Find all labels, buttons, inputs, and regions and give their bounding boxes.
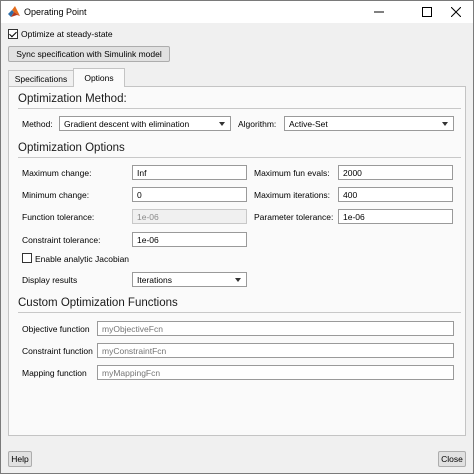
analytic-jacobian-label: Enable analytic Jacobian: [35, 254, 130, 264]
close-button[interactable]: Close: [438, 451, 466, 467]
method-dropdown[interactable]: Gradient descent with elimination: [59, 116, 231, 131]
close-icon: [451, 7, 461, 17]
mapping-function-field[interactable]: [97, 365, 454, 380]
title-bar: Operating Point: [1, 1, 473, 23]
display-results-value: Iterations: [137, 274, 172, 285]
min-change-label: Minimum change:: [22, 190, 90, 200]
max-iterations-field[interactable]: [338, 187, 453, 202]
close-window-button[interactable]: [439, 1, 473, 23]
window-title: Operating Point: [24, 7, 87, 17]
min-change-field[interactable]: [132, 187, 247, 202]
section-divider: [18, 157, 461, 158]
function-tolerance-label: Function tolerance:: [22, 212, 95, 222]
optimization-options-title: Optimization Options: [18, 142, 125, 154]
objective-function-label: Objective function: [22, 324, 90, 334]
algorithm-label: Algorithm:: [238, 119, 277, 129]
custom-functions-title: Custom Optimization Functions: [18, 297, 178, 309]
help-button[interactable]: Help: [8, 451, 32, 467]
parameter-tolerance-field[interactable]: [338, 209, 453, 224]
minimize-button[interactable]: [362, 1, 396, 23]
sync-specification-button[interactable]: Sync specification with Simulink model: [8, 46, 170, 62]
display-results-dropdown[interactable]: Iterations: [132, 272, 247, 287]
chevron-down-icon: [219, 122, 225, 126]
display-results-label: Display results: [22, 275, 78, 285]
objective-function-field[interactable]: [97, 321, 454, 336]
method-label: Method:: [22, 119, 53, 129]
optimization-method-title: Optimization Method:: [18, 93, 127, 105]
max-change-label: Maximum change:: [22, 168, 92, 178]
chevron-down-icon: [235, 278, 241, 282]
constraint-function-label: Constraint function: [22, 346, 93, 356]
algorithm-dropdown[interactable]: Active-Set: [284, 116, 454, 131]
operating-point-window: Operating Point Optimize at steady-state…: [0, 0, 474, 474]
max-change-field[interactable]: [132, 165, 247, 180]
method-value: Gradient descent with elimination: [64, 118, 190, 129]
max-fun-evals-field[interactable]: [338, 165, 453, 180]
constraint-function-field[interactable]: [97, 343, 454, 358]
max-fun-evals-label: Maximum fun evals:: [254, 168, 330, 178]
max-iterations-label: Maximum iterations:: [254, 190, 331, 200]
matlab-icon: [8, 6, 20, 17]
minimize-icon: [374, 11, 384, 13]
analytic-jacobian-checkbox[interactable]: [22, 253, 32, 263]
tab-specifications[interactable]: Specifications: [8, 70, 74, 86]
chevron-down-icon: [442, 122, 448, 126]
algorithm-value: Active-Set: [289, 118, 328, 129]
options-panel: Optimization Method: Method: Gradient de…: [8, 86, 466, 436]
maximize-icon: [422, 7, 432, 17]
constraint-tolerance-label: Constraint tolerance:: [22, 235, 101, 245]
tab-options[interactable]: Options: [73, 68, 125, 87]
function-tolerance-field: [132, 209, 247, 224]
section-divider: [18, 108, 461, 109]
optimize-steady-state-checkbox[interactable]: [8, 29, 18, 39]
constraint-tolerance-field[interactable]: [132, 232, 247, 247]
section-divider: [18, 312, 461, 313]
parameter-tolerance-label: Parameter tolerance:: [254, 212, 334, 222]
optimize-steady-state-label: Optimize at steady-state: [21, 29, 113, 39]
mapping-function-label: Mapping function: [22, 368, 87, 378]
